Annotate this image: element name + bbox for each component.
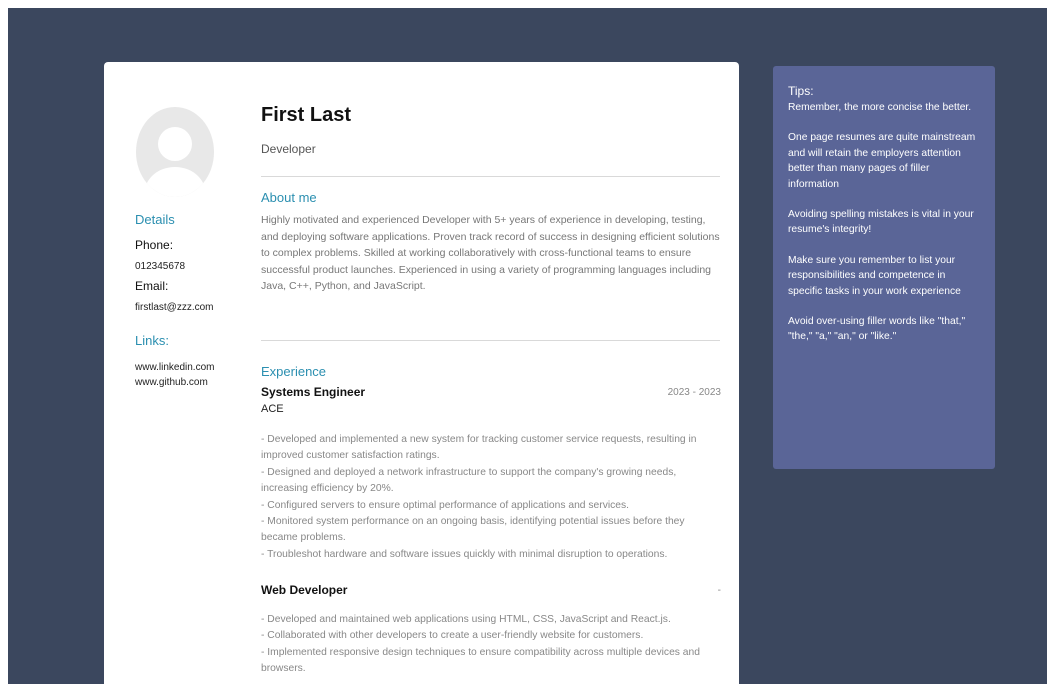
link-github[interactable]: www.github.com (135, 377, 208, 388)
job-title: Web Developer (261, 583, 348, 597)
avatar-placeholder-icon (136, 107, 214, 197)
tips-panel: Tips: Remember, the more concise the bet… (773, 66, 995, 469)
tip-item: Avoiding spelling mistakes is vital in y… (788, 209, 974, 236)
job-dates: - (717, 585, 721, 596)
about-heading: About me (261, 190, 317, 205)
links-heading: Links: (135, 333, 169, 348)
divider (261, 340, 720, 341)
tip-item: One page resumes are quite mainstream an… (788, 132, 976, 190)
job-bullets: - Developed and implemented a new system… (261, 434, 697, 560)
job-company: ACE (261, 403, 284, 415)
app-background: Details Phone: 012345678 Email: firstlas… (8, 8, 1047, 684)
email-label: Email: (135, 279, 169, 293)
tip-item: Make sure you remember to list your resp… (788, 254, 961, 297)
tip-item: Avoid over-using filler words like "that… (788, 316, 966, 343)
phone-value: 012345678 (135, 261, 186, 272)
resume-name: First Last (261, 104, 352, 126)
email-value: firstlast@zzz.com (135, 302, 214, 313)
resume-page: Details Phone: 012345678 Email: firstlas… (104, 62, 739, 684)
job-bullets: - Developed and maintained web applicati… (261, 614, 700, 675)
phone-label: Phone: (135, 238, 174, 252)
experience-heading: Experience (261, 364, 327, 379)
tip-item: Remember, the more concise the better. (788, 102, 972, 113)
link-linkedin[interactable]: www.linkedin.com (135, 362, 214, 373)
resume-title: Developer (261, 142, 316, 156)
divider (261, 176, 720, 177)
job-dates: 2023 - 2023 (667, 387, 721, 398)
job-title: Systems Engineer (261, 385, 366, 399)
about-text: Highly motivated and experienced Develop… (261, 214, 720, 293)
tips-heading: Tips: (788, 84, 814, 98)
details-heading: Details (135, 212, 175, 227)
